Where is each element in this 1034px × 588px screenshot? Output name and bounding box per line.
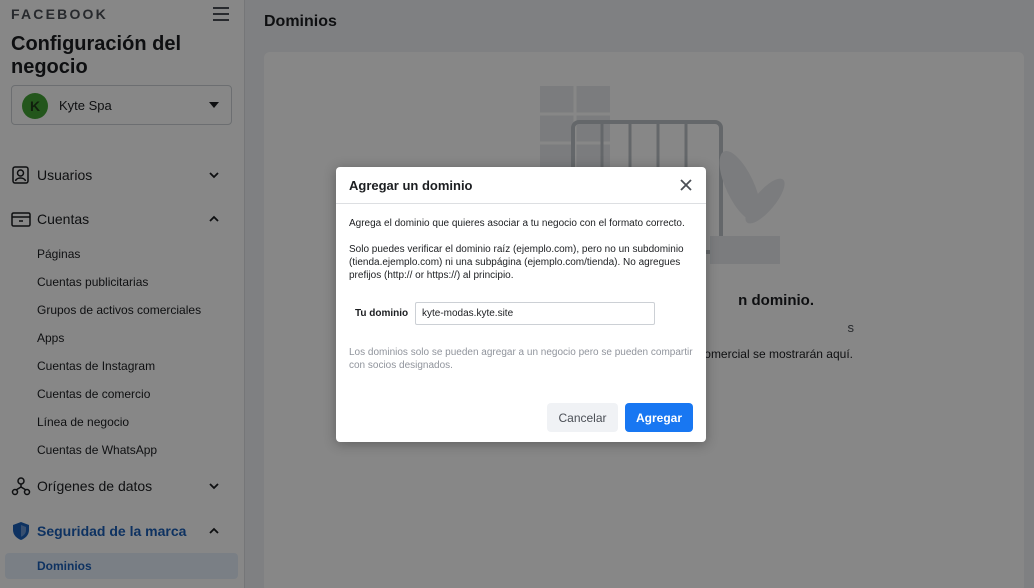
cancel-button[interactable]: Cancelar — [547, 403, 618, 432]
dialog-instructions-text: Solo puedes verificar el dominio raíz (e… — [349, 244, 684, 281]
dialog-header: Agregar un dominio — [336, 167, 706, 204]
dialog-title: Agregar un dominio — [349, 178, 473, 193]
add-domain-dialog: Agregar un dominio Agrega el dominio que… — [336, 167, 706, 442]
dialog-note: Los dominios solo se pueden agregar a un… — [349, 347, 693, 371]
close-icon[interactable] — [679, 178, 693, 192]
domain-field-label: Tu dominio — [355, 308, 409, 319]
dialog-intro-text: Agrega el dominio que quieres asociar a … — [349, 218, 685, 229]
add-button[interactable]: Agregar — [625, 403, 693, 432]
domain-input[interactable] — [415, 302, 655, 325]
